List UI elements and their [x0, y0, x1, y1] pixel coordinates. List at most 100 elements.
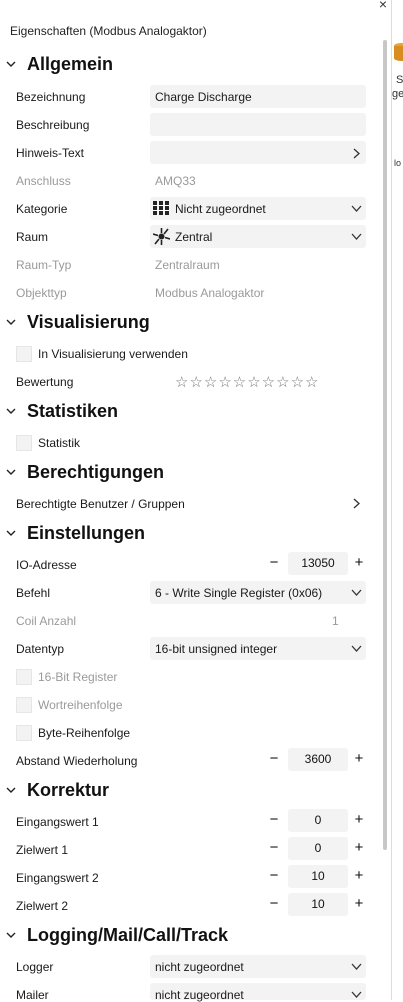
chevron-right-icon[interactable] [353, 498, 360, 509]
eingangswert-2-decrement[interactable]: − [268, 867, 280, 884]
eingangswert-1-decrement[interactable]: − [268, 811, 280, 828]
chevron-down-icon [6, 61, 16, 67]
eingangswert-2-label: Eingangswert 2 [16, 871, 99, 885]
coil-anzahl-label: Coil Anzahl [16, 614, 77, 628]
chevron-down-icon [351, 963, 362, 970]
hinweis-text-label: Hinweis-Text [16, 146, 85, 160]
logger-label: Logger [16, 960, 54, 974]
chevron-down-icon [6, 932, 16, 938]
chevron-right-icon[interactable] [353, 148, 360, 159]
in-visualisierung-checkbox[interactable] [16, 346, 32, 362]
chevron-down-icon [6, 319, 16, 325]
byte-reihenfolge-label: Byte-Reihenfolge [38, 726, 131, 740]
chevron-down-icon [351, 205, 362, 212]
section-allgemein[interactable]: Allgemein [0, 52, 380, 80]
chevron-down-icon [351, 991, 362, 998]
beschreibung-label: Beschreibung [16, 118, 90, 132]
bezeichnung-label: Bezeichnung [16, 90, 86, 104]
zielwert-1-input[interactable]: 0 [288, 837, 348, 860]
zielwert-1-increment[interactable]: + [353, 839, 365, 856]
pane-text: lo [394, 158, 402, 168]
chevron-down-icon [6, 530, 16, 536]
chevron-down-icon [351, 233, 362, 240]
raum-value: Zentral [175, 230, 213, 244]
section-title: Berechtigungen [27, 462, 165, 482]
rating-stars[interactable]: ☆☆☆☆☆☆☆☆☆☆ [175, 373, 319, 391]
zielwert-2-input[interactable]: 10 [288, 893, 348, 916]
abstand-increment[interactable]: + [353, 750, 365, 767]
abstand-input[interactable]: 3600 [288, 748, 348, 771]
berechtigte-benutzer-label[interactable]: Berechtigte Benutzer / Gruppen [16, 497, 185, 511]
pane-text: S [396, 74, 403, 86]
io-adresse-input[interactable]: 13050 [288, 552, 348, 575]
section-title: Statistiken [27, 401, 119, 421]
vertical-scrollbar[interactable] [383, 40, 387, 850]
wortreihenfolge-label: Wortreihenfolge [38, 698, 123, 712]
chevron-down-icon [6, 469, 16, 475]
room-star-icon [153, 228, 170, 245]
anschluss-value: AMQ33 [155, 174, 196, 188]
kategorie-label: Kategorie [16, 202, 68, 216]
zielwert-2-label: Zielwert 2 [16, 899, 69, 913]
section-logging[interactable]: Logging/Mail/Call/Track [0, 923, 380, 951]
objekttyp-label: Objekttyp [16, 286, 67, 300]
section-title: Korrektur [27, 780, 110, 800]
anschluss-label: Anschluss [16, 174, 71, 188]
befehl-label: Befehl [16, 586, 51, 600]
section-einstellungen[interactable]: Einstellungen [0, 521, 380, 549]
in-visualisierung-label: In Visualisierung verwenden [38, 347, 188, 361]
close-icon[interactable]: × [376, 0, 390, 12]
16-bit-register-label: 16-Bit Register [38, 670, 118, 684]
eingangswert-1-input[interactable]: 0 [288, 809, 348, 832]
statistik-checkbox[interactable] [16, 435, 32, 451]
beschreibung-field[interactable] [150, 113, 366, 136]
wortreihenfolge-checkbox [16, 697, 32, 713]
byte-reihenfolge-checkbox[interactable] [16, 725, 32, 741]
pane-text: ge [392, 88, 403, 100]
section-korrektur[interactable]: Korrektur [0, 778, 380, 806]
io-adresse-increment[interactable]: + [353, 554, 365, 571]
io-adresse-decrement[interactable]: − [268, 554, 280, 571]
chevron-down-icon [351, 589, 362, 596]
bezeichnung-value: Charge Discharge [155, 90, 252, 104]
bewertung-label: Bewertung [16, 375, 74, 389]
section-visualisierung[interactable]: Visualisierung [0, 310, 380, 338]
section-berechtigungen[interactable]: Berechtigungen [0, 460, 380, 488]
kategorie-value: Nicht zugeordnet [175, 202, 266, 216]
statistik-label: Statistik [38, 436, 81, 450]
chevron-down-icon [6, 787, 16, 793]
zielwert-2-increment[interactable]: + [353, 895, 365, 912]
befehl-value: 6 - Write Single Register (0x06) [155, 586, 323, 600]
chevron-down-icon [6, 408, 16, 414]
chevron-down-icon [351, 645, 362, 652]
database-icon [394, 43, 403, 61]
abstand-decrement[interactable]: − [268, 750, 280, 767]
eingangswert-2-increment[interactable]: + [353, 867, 365, 884]
raum-typ-label: Raum-Typ [16, 258, 72, 272]
panel-title: Eigenschaften (Modbus Analogaktor) [10, 24, 207, 38]
eingangswert-1-increment[interactable]: + [353, 811, 365, 828]
eingangswert-1-label: Eingangswert 1 [16, 815, 99, 829]
hinweis-text-field[interactable] [150, 141, 366, 164]
zielwert-1-decrement[interactable]: − [268, 839, 280, 856]
logger-value: nicht zugeordnet [155, 960, 244, 974]
section-title: Visualisierung [27, 312, 150, 332]
raum-typ-value: Zentralraum [155, 258, 220, 272]
zielwert-2-decrement[interactable]: − [268, 895, 280, 912]
adjacent-pane: S ge lo [391, 0, 403, 1000]
datentyp-value: 16-bit unsigned integer [155, 642, 278, 656]
category-grid-icon [153, 201, 169, 215]
coil-anzahl-value: 1 [332, 614, 339, 628]
zielwert-1-label: Zielwert 1 [16, 843, 69, 857]
objekttyp-value: Modbus Analogaktor [155, 286, 265, 300]
datentyp-label: Datentyp [16, 642, 65, 656]
raum-label: Raum [16, 230, 49, 244]
eingangswert-2-input[interactable]: 10 [288, 865, 348, 888]
abstand-wiederholung-label: Abstand Wiederholung [16, 754, 138, 768]
section-title: Allgemein [27, 54, 114, 74]
section-title: Logging/Mail/Call/Track [27, 925, 229, 945]
io-adresse-label: IO-Adresse [16, 558, 77, 572]
section-title: Einstellungen [27, 523, 146, 543]
16-bit-register-checkbox [16, 669, 32, 685]
section-statistiken[interactable]: Statistiken [0, 399, 380, 427]
